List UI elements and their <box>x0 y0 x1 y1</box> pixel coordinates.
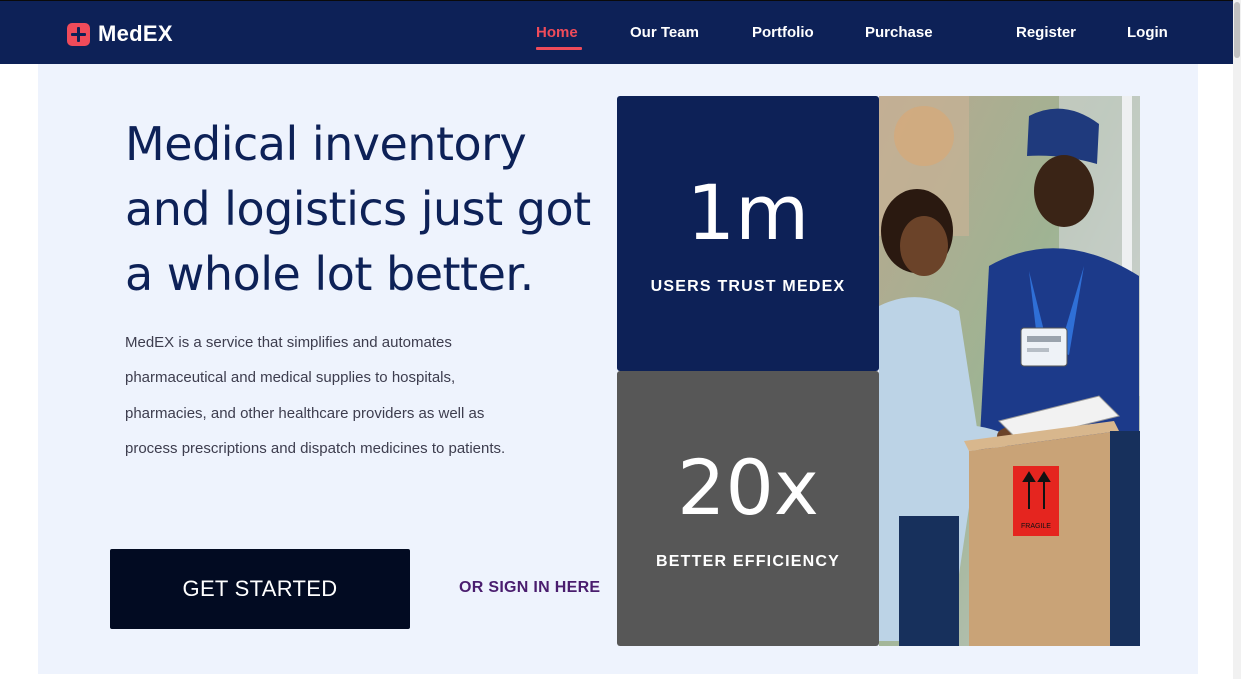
nav-link-register[interactable]: Register <box>1016 24 1076 41</box>
nav-link-our-team[interactable]: Our Team <box>630 24 699 41</box>
stat-value-users: 1m <box>686 168 810 257</box>
stat-card-efficiency: 20x BETTER EFFICIENCY <box>617 371 879 646</box>
page-scrollbar[interactable] <box>1233 0 1241 679</box>
scrollbar-thumb[interactable] <box>1234 2 1240 58</box>
box-fragile-label: FRAGILE <box>1021 523 1051 530</box>
nav-link-purchase[interactable]: Purchase <box>865 24 933 41</box>
brand-logo-link[interactable]: MedEX <box>67 21 173 47</box>
delivery-scene-image: FRAGILE <box>879 96 1140 646</box>
nav-link-home[interactable]: Home <box>536 24 578 41</box>
delivery-photo: FRAGILE <box>879 96 1140 646</box>
stat-label-users: USERS TRUST MEDEX <box>650 278 846 295</box>
nav-link-login[interactable]: Login <box>1127 24 1168 41</box>
top-navbar: MedEX Home Our Team Portfolio Purchase R… <box>0 0 1233 64</box>
brand-name: MedEX <box>98 21 173 46</box>
nav-link-portfolio[interactable]: Portfolio <box>752 24 814 41</box>
sign-in-link[interactable]: OR SIGN IN HERE <box>459 579 600 597</box>
hero-headline: Medical inventory and logistics just got… <box>125 117 591 301</box>
stat-card-users: 1m USERS TRUST MEDEX <box>617 96 879 371</box>
stat-value-efficiency: 20x <box>677 443 819 532</box>
get-started-button[interactable]: GET STARTED <box>110 549 410 629</box>
stat-label-efficiency: BETTER EFFICIENCY <box>656 553 840 570</box>
hero-description: MedEX is a service that simplifies and a… <box>125 334 506 457</box>
plus-icon <box>67 22 90 46</box>
